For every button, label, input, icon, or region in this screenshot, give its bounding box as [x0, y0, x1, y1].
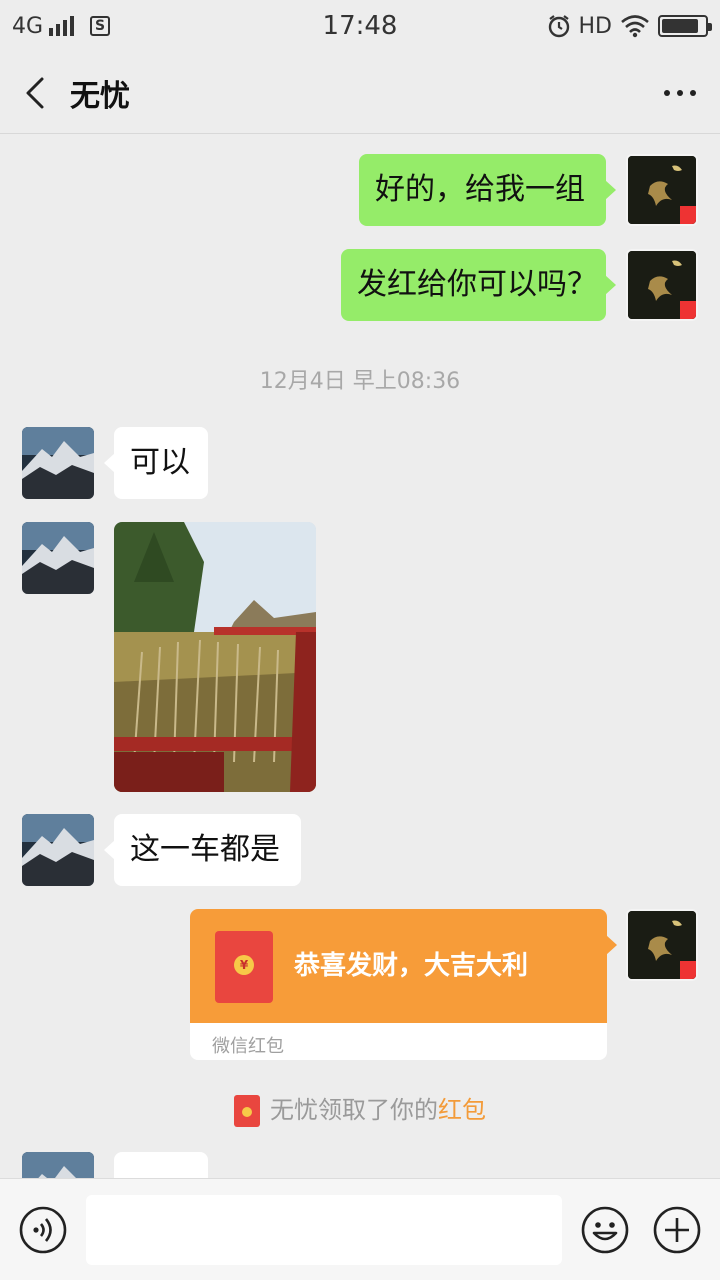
mountain-avatar-image [22, 1152, 94, 1178]
plus-icon [653, 1206, 701, 1254]
avatar-image [628, 156, 696, 224]
message-input[interactable] [86, 1195, 562, 1265]
red-packet-body: ¥ 恭喜发财，大吉大利 [190, 909, 617, 1023]
voice-button[interactable] [18, 1205, 68, 1255]
alarm-icon [548, 15, 569, 38]
chat-title: 无忧 [70, 78, 130, 114]
photo-message[interactable] [114, 522, 316, 792]
contact-avatar[interactable] [22, 522, 94, 594]
message-bubble-sent[interactable]: 发红给你可以吗？ [341, 249, 616, 321]
avatar-image [628, 251, 696, 319]
contact-avatar[interactable] [22, 1152, 94, 1178]
red-packet-message[interactable]: ¥ 恭喜发财，大吉大利 微信红包 [190, 909, 617, 1060]
chat-header: 无忧 [0, 52, 720, 134]
contact-avatar[interactable] [22, 427, 94, 499]
more-button[interactable] [640, 52, 720, 134]
back-button[interactable] [0, 52, 70, 134]
add-more-button[interactable] [652, 1205, 702, 1255]
contact-avatar[interactable] [22, 814, 94, 886]
notice-text: 无忧领取了你的 [270, 1096, 438, 1124]
emoji-button[interactable] [580, 1205, 630, 1255]
my-avatar[interactable] [626, 909, 698, 981]
message-bubble-received[interactable]: 这一车都是 [104, 814, 301, 886]
message-bubble-received[interactable] [114, 1152, 208, 1178]
signal-icon [49, 16, 75, 36]
red-envelope-icon: ¥ [215, 931, 273, 1003]
message-bubble-sent[interactable]: 好的，给我一组 [359, 154, 616, 226]
voice-icon [19, 1206, 67, 1254]
my-avatar[interactable] [626, 154, 698, 226]
avatar-image [628, 911, 696, 979]
sim-icon: S [90, 16, 111, 36]
message-text: 发红给你可以吗？ [357, 267, 597, 302]
mountain-avatar-image [22, 522, 94, 594]
status-right: HD [547, 13, 712, 39]
chevron-left-icon [26, 77, 44, 108]
red-envelope-small-icon [234, 1095, 260, 1127]
battery-fill [662, 19, 698, 33]
message-text: 好的，给我一组 [375, 172, 585, 207]
status-bar: 4G S 17:48 HD [0, 0, 720, 52]
my-avatar[interactable] [626, 249, 698, 321]
message-bubble-received[interactable]: 可以 [104, 427, 208, 499]
red-packet-label: 微信红包 [212, 1036, 284, 1057]
input-bar [0, 1178, 720, 1280]
wifi-icon [621, 15, 649, 38]
emoji-icon [581, 1206, 629, 1254]
battery-icon [658, 15, 712, 37]
network-type: 4G [12, 13, 44, 39]
chat-area[interactable]: 好的，给我一组 发红给你可以吗？ 12月4日 早上08:36 可以 这一车都是 … [0, 135, 720, 1178]
mountain-avatar-image [22, 427, 94, 499]
red-packet-link[interactable]: 红包 [438, 1096, 486, 1124]
message-text: 可以 [130, 445, 190, 480]
mountain-avatar-image [22, 814, 94, 886]
red-packet-claimed-notice: 无忧领取了你的红包 [0, 1090, 720, 1127]
more-dots-icon [664, 89, 696, 96]
photo-image [114, 522, 316, 792]
status-left: 4G S [12, 14, 252, 39]
hd-indicator: HD [578, 13, 612, 39]
message-text: 这一车都是 [130, 832, 280, 867]
message-timestamp: 12月4日 早上08:36 [259, 369, 461, 394]
coin-icon: ¥ [234, 955, 254, 975]
red-packet-greeting: 恭喜发财，大吉大利 [294, 951, 529, 981]
